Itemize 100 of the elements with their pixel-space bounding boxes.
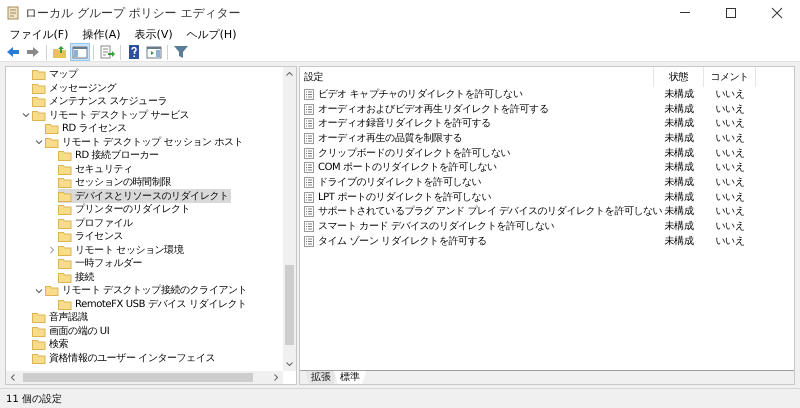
setting-name[interactable]: ドライブのリダイレクトを許可しない bbox=[318, 174, 482, 190]
scroll-up-icon[interactable] bbox=[286, 71, 293, 76]
view-tab[interactable]: 拡張 bbox=[305, 371, 337, 384]
tree-item[interactable]: 検索 bbox=[32, 338, 70, 352]
view-tab[interactable]: 標準 bbox=[334, 371, 366, 384]
tree-item[interactable]: セキュリティ bbox=[58, 162, 135, 176]
state-cell-text: 未構成 bbox=[664, 102, 694, 117]
scroll-left-icon[interactable] bbox=[10, 374, 15, 381]
setting-icon bbox=[304, 148, 314, 159]
tree-pane-button[interactable] bbox=[70, 43, 90, 61]
folder-icon bbox=[45, 136, 59, 148]
setting-icon bbox=[304, 118, 314, 130]
setting-icon bbox=[304, 236, 314, 247]
scrollbar-thumb[interactable] bbox=[23, 373, 253, 382]
setting-icon bbox=[304, 221, 314, 232]
setting-name[interactable]: LPT ポートのリダイレクトを許可しない bbox=[318, 190, 491, 205]
setting-name[interactable]: オーディオ再生の品質を制限する bbox=[318, 130, 462, 146]
setting-icon bbox=[304, 192, 314, 203]
tree-item[interactable]: セッションの時間制限 bbox=[58, 176, 174, 190]
comment-cell-text: いいえ bbox=[716, 220, 744, 234]
back-arrow-icon bbox=[4, 44, 20, 60]
column-header[interactable]: 状態 bbox=[654, 67, 704, 87]
folder-icon bbox=[58, 190, 72, 202]
comment-cell-text: いいえ bbox=[716, 88, 744, 102]
vertical-scrollbar[interactable] bbox=[283, 67, 296, 371]
comment-cell-text: いいえ bbox=[716, 234, 744, 249]
tree-item[interactable]: メンテナンス スケジューラ bbox=[32, 94, 169, 109]
folder-icon bbox=[58, 258, 72, 270]
folder-icon bbox=[58, 150, 72, 162]
state-cell-text: 未構成 bbox=[664, 146, 694, 161]
setting-name[interactable]: ビデオ キャプチャのリダイレクトを許可しない bbox=[318, 86, 522, 102]
setting-name[interactable]: タイム ゾーン リダイレクトを許可する bbox=[318, 234, 487, 249]
app-icon bbox=[6, 6, 20, 20]
state-cell-text: 未構成 bbox=[664, 116, 694, 132]
setting-icon bbox=[304, 162, 314, 174]
folder-icon bbox=[58, 272, 72, 283]
forward-arrow-icon bbox=[24, 44, 40, 60]
state-cell-text: 未構成 bbox=[664, 160, 694, 176]
state-cell-text: 未構成 bbox=[664, 190, 694, 205]
state-cell-text: 未構成 bbox=[664, 88, 694, 102]
folder-icon bbox=[32, 312, 46, 324]
tree-item[interactable]: ライセンス bbox=[58, 230, 126, 244]
horizontal-scrollbar[interactable] bbox=[6, 371, 283, 384]
comment-cell-text: いいえ bbox=[716, 117, 744, 132]
tree-item[interactable]: リモート デスクトップ セッション ホスト bbox=[45, 135, 246, 150]
tree-item[interactable]: マップ bbox=[32, 68, 80, 82]
folder-icon bbox=[45, 285, 59, 296]
menu-item[interactable]: 操作(A) bbox=[75, 26, 128, 42]
folder-icon bbox=[32, 69, 46, 80]
tree-item[interactable]: プロファイル bbox=[58, 216, 135, 230]
setting-icon bbox=[304, 104, 314, 115]
tree-item[interactable]: 画面の端の UI bbox=[32, 324, 112, 338]
setting-name[interactable]: COM ポートのリダイレクトを許可しない bbox=[318, 160, 497, 176]
setting-name[interactable]: サポートされているプラグ アンド プレイ デバイスのリダイレクトを許可しない bbox=[318, 204, 662, 220]
comment-cell-text: いいえ bbox=[716, 176, 744, 190]
menu-item[interactable]: ヘルプ(H) bbox=[180, 26, 244, 42]
tree-item[interactable]: デバイスとリソースのリダイレクト bbox=[58, 189, 231, 204]
state-cell-text: 未構成 bbox=[664, 234, 694, 249]
tree-item[interactable]: RD 接続ブローカー bbox=[58, 148, 161, 163]
state-cell-text: 未構成 bbox=[664, 204, 694, 220]
scroll-right-icon[interactable] bbox=[274, 374, 279, 381]
tree-item[interactable]: メッセージング bbox=[32, 81, 118, 96]
comment-cell-text: いいえ bbox=[716, 132, 744, 146]
comment-cell-text: いいえ bbox=[716, 146, 744, 161]
folder-icon bbox=[32, 352, 46, 364]
setting-name[interactable]: クリップボードのリダイレクトを許可しない bbox=[318, 146, 510, 161]
tree-item[interactable]: リモート デスクトップ サービス bbox=[32, 108, 191, 122]
setting-name[interactable]: スマート カード デバイスのリダイレクトを許可しない bbox=[318, 219, 554, 234]
comment-cell-text: いいえ bbox=[716, 102, 744, 117]
folder-up-icon bbox=[52, 44, 68, 60]
folder-icon bbox=[58, 164, 72, 175]
tree-item[interactable]: 音声認識 bbox=[32, 310, 90, 325]
setting-name[interactable]: オーディオ録音リダイレクトを許可する bbox=[318, 116, 491, 132]
scroll-down-icon[interactable] bbox=[286, 362, 293, 367]
state-cell-text: 未構成 bbox=[664, 220, 694, 234]
folder-icon bbox=[58, 218, 72, 229]
setting-icon bbox=[304, 88, 314, 100]
menu-item[interactable]: 表示(V) bbox=[128, 26, 180, 42]
column-header[interactable]: 設定 bbox=[300, 67, 654, 87]
column-header[interactable]: コメント bbox=[704, 67, 756, 87]
tree-item[interactable]: リモート デスクトップ接続のクライアント bbox=[45, 284, 250, 298]
tree-item[interactable]: リモート セッション環境 bbox=[58, 243, 186, 258]
scrollbar-thumb[interactable] bbox=[285, 265, 294, 345]
window-title: ローカル グループ ポリシー エディター bbox=[25, 5, 240, 22]
tree-item[interactable]: 一時フォルダー bbox=[58, 256, 144, 271]
tree-item[interactable]: 資格情報のユーザー インターフェイス bbox=[32, 351, 217, 366]
tree-item[interactable]: RemoteFX USB デバイス リダイレクト bbox=[58, 297, 249, 312]
folder-icon bbox=[32, 96, 46, 108]
setting-name[interactable]: オーディオおよびビデオ再生リダイレクトを許可する bbox=[318, 102, 548, 117]
comment-cell-text: いいえ bbox=[716, 205, 744, 220]
tree-pane-icon bbox=[72, 44, 88, 60]
folder-icon bbox=[32, 82, 46, 94]
menu-item[interactable]: ファイル(F) bbox=[2, 26, 76, 42]
setting-icon bbox=[304, 206, 314, 218]
tree-item[interactable]: 接続 bbox=[58, 270, 96, 284]
folder-icon bbox=[58, 244, 72, 256]
state-cell-text: 未構成 bbox=[664, 176, 694, 190]
setting-icon bbox=[304, 132, 314, 144]
tree-item[interactable]: RD ライセンス bbox=[45, 122, 129, 136]
tree-item[interactable]: プリンターのリダイレクト bbox=[58, 202, 192, 217]
